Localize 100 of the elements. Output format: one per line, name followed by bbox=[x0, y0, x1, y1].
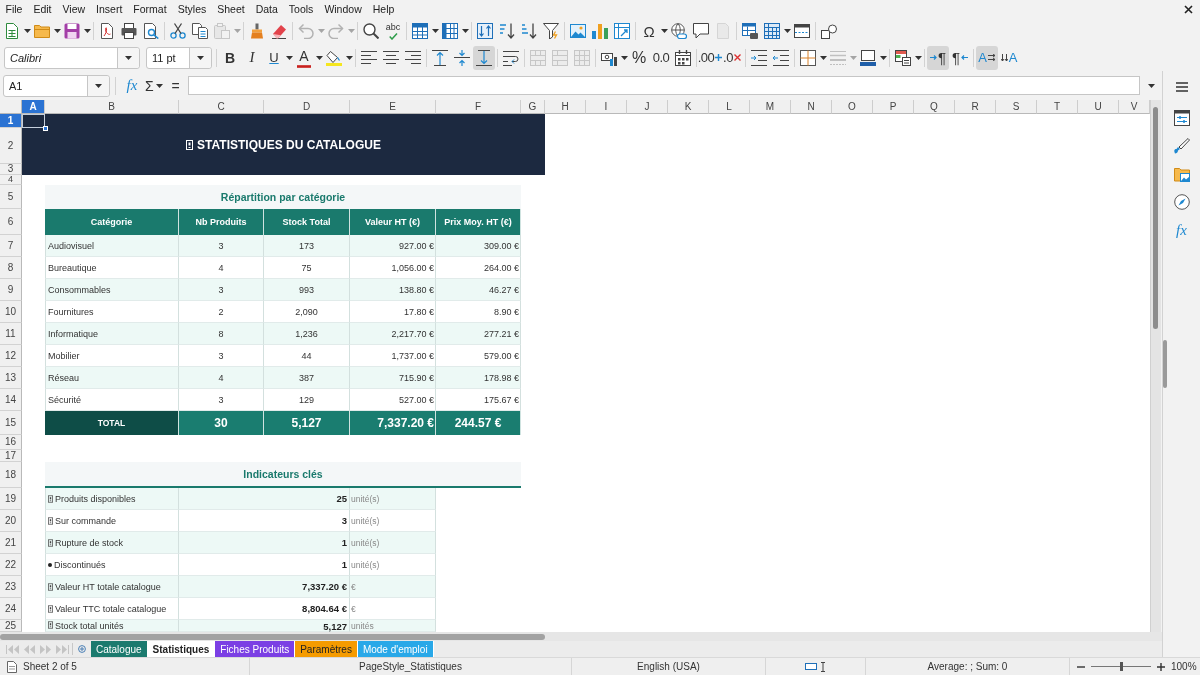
selection-mode-icon[interactable] bbox=[805, 663, 817, 670]
zoom-level[interactable]: 100% bbox=[1171, 661, 1197, 672]
menu-item[interactable]: Styles bbox=[172, 2, 212, 16]
sidebar-handle[interactable] bbox=[1163, 340, 1167, 388]
column-header[interactable]: O bbox=[832, 100, 873, 114]
column-header[interactable]: R bbox=[955, 100, 996, 114]
menu-item[interactable]: Window bbox=[318, 2, 368, 16]
row-header[interactable]: 15 bbox=[0, 411, 22, 435]
special-character-button[interactable]: Ω bbox=[638, 19, 668, 43]
row-header[interactable]: 2 bbox=[0, 128, 22, 164]
row-header[interactable]: 11 bbox=[0, 323, 22, 345]
menu-item[interactable]: Insert bbox=[90, 2, 128, 16]
column-header[interactable]: M bbox=[750, 100, 791, 114]
fill-handle[interactable] bbox=[43, 126, 48, 131]
menu-item[interactable]: Format bbox=[127, 2, 173, 16]
slider-thumb[interactable] bbox=[1119, 662, 1123, 671]
column-header[interactable]: T bbox=[1037, 100, 1078, 114]
add-sheet-icon[interactable] bbox=[78, 645, 86, 653]
column-header[interactable]: N bbox=[791, 100, 832, 114]
menu-item[interactable]: Tools bbox=[283, 2, 319, 16]
menu-icon[interactable] bbox=[1175, 82, 1188, 92]
row-header[interactable]: 25 bbox=[0, 620, 22, 632]
column-header[interactable]: E bbox=[350, 100, 436, 114]
row-header[interactable]: 7 bbox=[0, 235, 22, 257]
font-size-combobox[interactable]: 11 pt bbox=[146, 46, 212, 69]
row-header[interactable]: 6 bbox=[0, 209, 22, 235]
compass-icon[interactable] bbox=[1173, 194, 1190, 210]
vertical-text-button[interactable]: A bbox=[998, 45, 1020, 70]
function-wizard-button[interactable]: fx bbox=[124, 74, 140, 97]
row-header[interactable]: 1 bbox=[0, 114, 22, 128]
sheet-tab[interactable]: Fiches Produits bbox=[215, 641, 296, 657]
column-header[interactable]: A bbox=[22, 100, 45, 114]
scrollbar-thumb[interactable] bbox=[0, 633, 545, 640]
column-header[interactable]: V bbox=[1119, 100, 1150, 114]
column-header[interactable]: J bbox=[627, 100, 668, 114]
sum-button[interactable]: Σ bbox=[144, 74, 164, 97]
properties-icon[interactable] bbox=[1173, 110, 1190, 126]
row-header[interactable]: 23 bbox=[0, 576, 22, 598]
name-box[interactable]: A1 bbox=[3, 74, 110, 97]
column-header[interactable]: F bbox=[436, 100, 521, 114]
zoom-in-icon[interactable] bbox=[1157, 662, 1165, 671]
sheet-tab[interactable]: Catalogue bbox=[91, 641, 148, 657]
italic-button[interactable]: I bbox=[241, 45, 263, 70]
left-to-right-button[interactable]: ¶ bbox=[927, 45, 949, 70]
column-header[interactable]: S bbox=[996, 100, 1037, 114]
number-format-button[interactable]: 0.0 bbox=[650, 45, 672, 70]
column-header[interactable]: U bbox=[1078, 100, 1119, 114]
menu-item[interactable]: Edit bbox=[27, 2, 57, 16]
menu-item[interactable]: File bbox=[0, 2, 28, 16]
row-header[interactable]: 9 bbox=[0, 279, 22, 301]
row-header[interactable]: 12 bbox=[0, 345, 22, 367]
underline-button[interactable]: U bbox=[263, 45, 293, 70]
column-header[interactable]: H bbox=[545, 100, 586, 114]
row-header[interactable]: 24 bbox=[0, 598, 22, 620]
row-header[interactable]: 20 bbox=[0, 510, 22, 532]
row-header[interactable]: 8 bbox=[0, 257, 22, 279]
row-header[interactable]: 17 bbox=[0, 450, 22, 462]
row-header[interactable]: 18 bbox=[0, 462, 22, 488]
percent-format-button[interactable]: % bbox=[628, 45, 650, 70]
row-header[interactable]: 14 bbox=[0, 389, 22, 411]
sheet-tab[interactable]: Statistiques bbox=[147, 641, 216, 657]
scrollbar-thumb[interactable] bbox=[1153, 107, 1158, 329]
folder-picture-icon[interactable] bbox=[1173, 166, 1190, 182]
column-header[interactable]: L bbox=[709, 100, 750, 114]
menu-item[interactable]: Help bbox=[367, 2, 400, 16]
column-header[interactable]: P bbox=[873, 100, 914, 114]
add-decimal-button[interactable]: .00 bbox=[699, 45, 721, 70]
row-header[interactable]: 13 bbox=[0, 367, 22, 389]
menu-item[interactable]: View bbox=[57, 2, 91, 16]
bold-button[interactable]: B bbox=[219, 45, 241, 70]
font-color-button[interactable]: A bbox=[293, 45, 323, 70]
row-header[interactable]: 16 bbox=[0, 435, 22, 450]
delete-decimal-button[interactable]: .0 bbox=[721, 45, 743, 70]
column-header[interactable]: Q bbox=[914, 100, 955, 114]
menu-item[interactable]: Data bbox=[250, 2, 284, 16]
column-header[interactable]: B bbox=[45, 100, 179, 114]
row-header[interactable]: 10 bbox=[0, 301, 22, 323]
font-name-combobox[interactable]: Calibri bbox=[4, 46, 140, 69]
menu-item[interactable]: Sheet bbox=[211, 2, 251, 16]
sheet-tab[interactable]: Paramètres bbox=[295, 641, 358, 657]
column-header[interactable]: I bbox=[586, 100, 627, 114]
spelling-button[interactable]: abc bbox=[382, 19, 404, 43]
row-header[interactable]: 22 bbox=[0, 554, 22, 576]
row-header[interactable]: 5 bbox=[0, 185, 22, 209]
zoom-out-icon[interactable] bbox=[1077, 665, 1085, 668]
column-header[interactable]: K bbox=[668, 100, 709, 114]
align-bottom-button[interactable] bbox=[473, 45, 495, 70]
zoom-slider[interactable] bbox=[1091, 662, 1151, 671]
formula-input-field[interactable] bbox=[187, 76, 1140, 95]
column-header[interactable]: G bbox=[521, 100, 545, 114]
column-header[interactable]: D bbox=[264, 100, 350, 114]
close-icon[interactable] bbox=[1184, 4, 1193, 14]
row-header[interactable]: 21 bbox=[0, 532, 22, 554]
row-header[interactable]: 4 bbox=[0, 175, 22, 185]
paintbrush-icon[interactable] bbox=[1173, 138, 1190, 154]
table-columns-icon bbox=[442, 23, 458, 39]
formula-button[interactable]: = bbox=[167, 74, 184, 97]
right-to-left-button[interactable]: ¶ bbox=[949, 45, 971, 70]
column-header[interactable]: C bbox=[179, 100, 264, 114]
row-header[interactable]: 19 bbox=[0, 488, 22, 510]
